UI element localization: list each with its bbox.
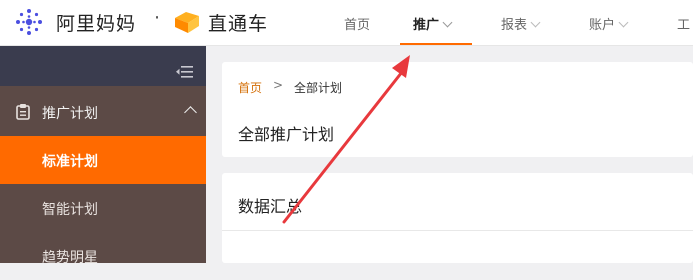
- breadcrumb-home-link[interactable]: 首页: [238, 79, 262, 96]
- sidebar-group-label: 推广计划: [42, 106, 98, 122]
- top-navigation-bar: 阿里妈妈 · 直通车 首页 推广 报表 账户 工: [0, 0, 693, 46]
- nav-home-label: 首页: [344, 18, 371, 33]
- nav-tools-label: 工: [677, 18, 691, 33]
- sidebar-item-label: 智能计划: [42, 202, 98, 218]
- sidebar-item-label: 标准计划: [42, 154, 98, 170]
- alimama-logo-icon[interactable]: [14, 7, 44, 37]
- sidebar-item-trend-star[interactable]: 趋势明星: [0, 232, 206, 280]
- product-name[interactable]: 直通车: [208, 9, 268, 36]
- chevron-down-icon: [530, 17, 541, 28]
- nav-account-label: 账户: [589, 18, 616, 33]
- chevron-up-icon: [184, 106, 197, 119]
- brand-name[interactable]: 阿里妈妈: [56, 9, 136, 36]
- nav-home[interactable]: 首页: [344, 14, 370, 33]
- divider: [222, 230, 693, 231]
- sidebar-item-label: 趋势明星: [42, 250, 98, 266]
- chevron-down-icon: [618, 17, 629, 28]
- sidebar-item-smart-plan[interactable]: 智能计划: [0, 184, 206, 232]
- breadcrumb-current: 全部计划: [294, 81, 343, 95]
- breadcrumb-separator: >: [273, 78, 284, 92]
- clipboard-icon: [16, 104, 30, 120]
- sidebar-collapse-bar: [0, 46, 206, 86]
- nav-report-label: 报表: [501, 18, 528, 33]
- collapse-menu-icon[interactable]: [176, 65, 194, 79]
- data-summary-card: 数据汇总: [222, 173, 693, 263]
- brand-separator: ·: [154, 7, 161, 29]
- nav-tools[interactable]: 工: [677, 14, 690, 33]
- sidebar-item-standard-plan[interactable]: 标准计划: [0, 136, 206, 184]
- section-title: 数据汇总: [238, 197, 303, 216]
- nav-report[interactable]: 报表: [501, 14, 541, 33]
- nav-promote-label: 推广: [413, 18, 440, 33]
- page-header-card: 首页 > 全部计划 全部推广计划: [222, 62, 693, 157]
- sidebar: 推广计划 标准计划 智能计划 趋势明星: [0, 46, 206, 266]
- nav-promote[interactable]: 推广: [413, 14, 453, 33]
- nav-account[interactable]: 账户: [589, 14, 629, 33]
- ztc-logo-icon[interactable]: [172, 8, 202, 36]
- active-nav-indicator: [400, 43, 472, 45]
- chevron-down-icon: [442, 17, 453, 28]
- page-title: 全部推广计划: [238, 125, 335, 144]
- sidebar-group-promotion-plans[interactable]: 推广计划: [0, 86, 206, 136]
